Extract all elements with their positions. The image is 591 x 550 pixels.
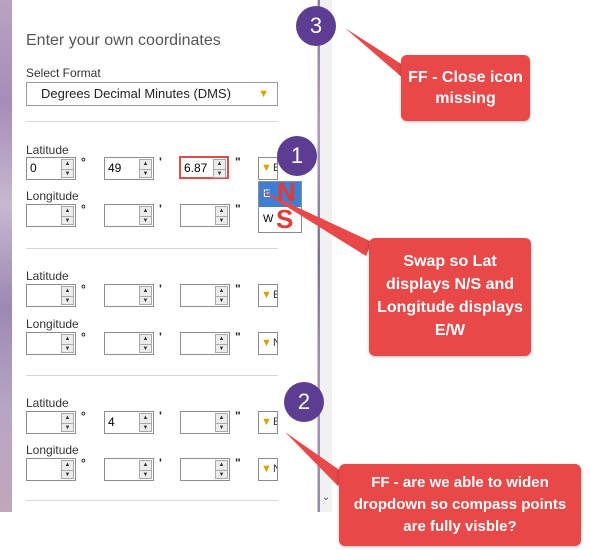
callout-swap-lat-lon: Swap so Lat displays N/S and Longitude d…	[369, 238, 531, 356]
annotation-badge-3: 3	[296, 6, 336, 46]
annotation-badge-2: 2	[284, 382, 324, 422]
callout-widen-dropdown: FF - are we able to widen dropdown so co…	[339, 464, 581, 546]
annotation-letter-s: S	[276, 204, 294, 234]
annotation-badge-1: 1	[277, 136, 317, 176]
callout-close-icon-missing: FF - Close icon missing	[401, 55, 530, 121]
